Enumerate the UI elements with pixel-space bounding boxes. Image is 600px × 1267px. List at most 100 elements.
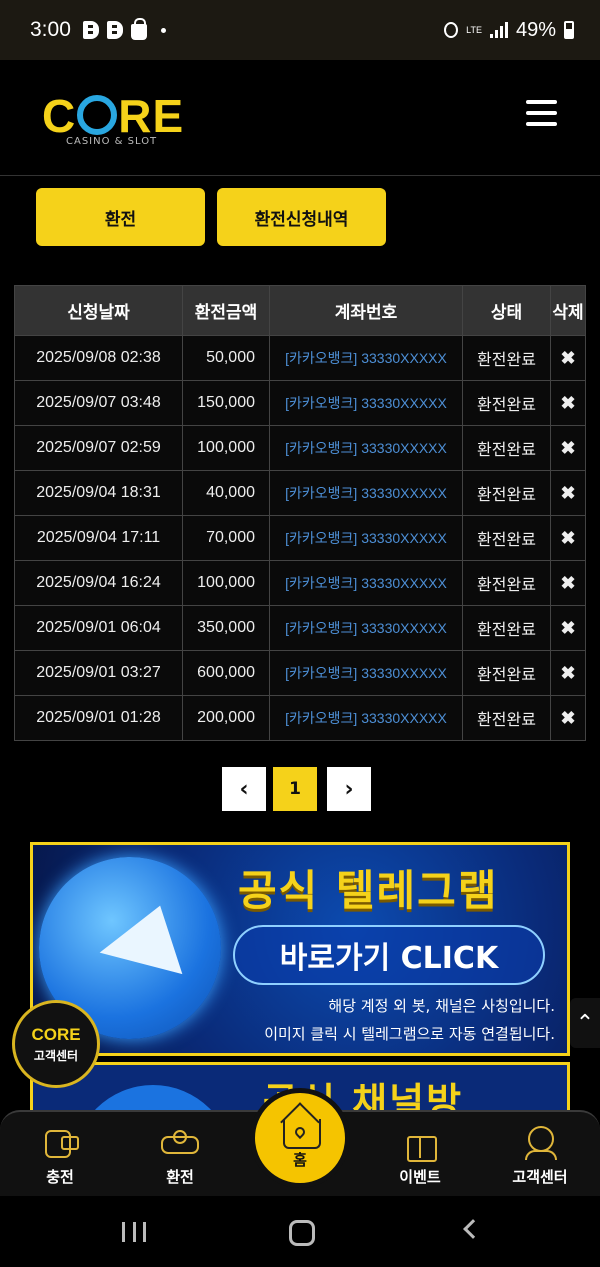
cell-status: 환전완료: [462, 425, 551, 471]
cell-date: 2025/09/01 01:28: [14, 695, 183, 741]
table-row: 2025/09/07 03:48 150,000 [카카오뱅크] 33330XX…: [14, 380, 586, 426]
recents-icon[interactable]: [122, 1222, 146, 1242]
cell-status: 환전완료: [462, 695, 551, 741]
exchange-icon: [161, 1126, 199, 1158]
nav-label: 고객센터: [512, 1168, 568, 1186]
banner-notice-2: 이미지 클릭 시 텔레그램으로 자동 연결됩니다.: [264, 1025, 555, 1043]
cell-account: [카카오뱅크] 33330XXXXX: [269, 560, 463, 606]
exchange-history-table: 신청날짜 환전금액 계좌번호 상태 삭제 2025/09/08 02:38 50…: [14, 285, 586, 741]
page-1-button[interactable]: 1: [273, 767, 317, 811]
cell-status: 환전완료: [462, 650, 551, 696]
col-header-status: 상태: [462, 285, 551, 336]
col-header-account: 계좌번호: [269, 285, 463, 336]
cell-status: 환전완료: [462, 335, 551, 381]
home-button-icon[interactable]: [289, 1220, 315, 1246]
table-header-row: 신청날짜 환전금액 계좌번호 상태 삭제: [14, 285, 586, 336]
charge-icon: [41, 1126, 79, 1158]
cell-amount: 600,000: [182, 650, 270, 696]
cell-account: [카카오뱅크] 33330XXXXX: [269, 650, 463, 696]
col-header-amount: 환전금액: [182, 285, 270, 336]
cell-date: 2025/09/01 03:27: [14, 650, 183, 696]
cell-amount: 350,000: [182, 605, 270, 651]
cell-amount: 150,000: [182, 380, 270, 426]
nav-label: 이벤트: [399, 1168, 441, 1186]
next-page-button[interactable]: ›: [327, 767, 371, 811]
delete-icon[interactable]: ✖: [550, 605, 586, 651]
cell-date: 2025/09/07 03:48: [14, 380, 183, 426]
cell-date: 2025/09/04 17:11: [14, 515, 183, 561]
table-row: 2025/09/04 17:11 70,000 [카카오뱅크] 33330XXX…: [14, 515, 586, 561]
banner-cta: 바로가기 CLICK: [233, 925, 545, 985]
table-row: 2025/09/04 18:31 40,000 [카카오뱅크] 33330XXX…: [14, 470, 586, 516]
status-bar: 3:00 LTE 49%: [0, 0, 600, 60]
cell-status: 환전완료: [462, 560, 551, 606]
cell-amount: 100,000: [182, 425, 270, 471]
banner-title: 공식 텔레그램: [238, 866, 499, 915]
table-row: 2025/09/01 01:28 200,000 [카카오뱅크] 33330XX…: [14, 695, 586, 741]
col-header-delete: 삭제: [550, 285, 586, 336]
lte-icon: LTE: [466, 24, 482, 35]
cell-amount: 70,000: [182, 515, 270, 561]
cell-amount: 40,000: [182, 470, 270, 516]
status-time: 3:00: [30, 18, 71, 41]
shopping-bag-icon: [130, 18, 147, 40]
delete-icon[interactable]: ✖: [550, 425, 586, 471]
table-row: 2025/09/04 16:24 100,000 [카카오뱅크] 33330XX…: [14, 560, 586, 606]
b-app-icon: [106, 21, 123, 39]
cell-amount: 200,000: [182, 695, 270, 741]
core-logo[interactable]: C RE CASINO & SLOT: [42, 93, 184, 147]
nav-event[interactable]: 이벤트: [380, 1126, 460, 1187]
cell-status: 환전완료: [462, 470, 551, 516]
delete-icon[interactable]: ✖: [550, 470, 586, 516]
nav-exchange[interactable]: 환전: [140, 1126, 220, 1187]
nav-support[interactable]: 고객센터: [500, 1126, 580, 1187]
battery-percent: 49%: [515, 18, 556, 41]
table-row: 2025/09/01 06:04 350,000 [카카오뱅크] 33330XX…: [14, 605, 586, 651]
delete-icon[interactable]: ✖: [550, 650, 586, 696]
nav-label: 홈: [293, 1150, 307, 1169]
cell-date: 2025/09/04 18:31: [14, 470, 183, 516]
nav-label: 충전: [46, 1168, 74, 1186]
delete-icon[interactable]: ✖: [550, 515, 586, 561]
system-navigation-bar: [0, 1196, 600, 1267]
cell-date: 2025/09/08 02:38: [14, 335, 183, 381]
delete-icon[interactable]: ✖: [550, 335, 586, 381]
alarm-icon: [444, 22, 459, 38]
nav-home[interactable]: 홈: [250, 1088, 350, 1188]
banner-notice-1: 해당 계정 외 봇, 채널은 사칭입니다.: [328, 997, 555, 1015]
cell-date: 2025/09/01 06:04: [14, 605, 183, 651]
cell-account: [카카오뱅크] 33330XXXXX: [269, 335, 463, 381]
prev-page-button[interactable]: ‹: [222, 767, 266, 811]
cell-amount: 100,000: [182, 560, 270, 606]
cell-account: [카카오뱅크] 33330XXXXX: [269, 470, 463, 516]
nav-charge[interactable]: 충전: [20, 1126, 100, 1187]
cell-status: 환전완료: [462, 380, 551, 426]
delete-icon[interactable]: ✖: [550, 380, 586, 426]
delete-icon[interactable]: ✖: [550, 560, 586, 606]
battery-icon: [564, 21, 574, 39]
scroll-top-button[interactable]: ⌃: [570, 998, 600, 1048]
site-header: C RE CASINO & SLOT: [0, 60, 600, 176]
support-fab[interactable]: CORE 고객센터: [12, 1000, 100, 1088]
table-row: 2025/09/01 03:27 600,000 [카카오뱅크] 33330XX…: [14, 650, 586, 696]
table-row: 2025/09/08 02:38 50,000 [카카오뱅크] 33330XXX…: [14, 335, 586, 381]
cell-date: 2025/09/04 16:24: [14, 560, 183, 606]
col-header-date: 신청날짜: [14, 285, 183, 336]
delete-icon[interactable]: ✖: [550, 695, 586, 741]
cell-date: 2025/09/07 02:59: [14, 425, 183, 471]
back-icon[interactable]: [463, 1219, 483, 1239]
telegram-banner[interactable]: 공식 텔레그램 바로가기 CLICK 해당 계정 외 봇, 채널은 사칭입니다.…: [30, 842, 570, 1056]
support-agent-icon: [521, 1126, 559, 1160]
signal-icon: [489, 22, 508, 38]
cell-status: 환전완료: [462, 515, 551, 561]
cell-account: [카카오뱅크] 33330XXXXX: [269, 515, 463, 561]
cell-status: 환전완료: [462, 605, 551, 651]
tab-exchange[interactable]: 환전: [36, 188, 205, 246]
hamburger-icon[interactable]: [526, 100, 557, 126]
tab-exchange-history[interactable]: 환전신청내역: [217, 188, 386, 246]
system-icons: LTE 49%: [444, 19, 574, 42]
cell-account: [카카오뱅크] 33330XXXXX: [269, 425, 463, 471]
home-icon: [279, 1107, 321, 1149]
table-row: 2025/09/07 02:59 100,000 [카카오뱅크] 33330XX…: [14, 425, 586, 471]
notification-icons: [82, 18, 166, 40]
